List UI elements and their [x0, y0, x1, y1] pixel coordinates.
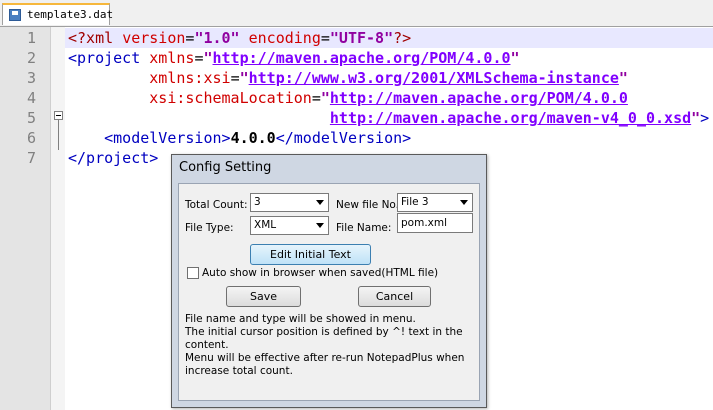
code-token: "	[203, 49, 213, 67]
code-line[interactable]: http://maven.apache.org/maven-v4_0_0.xsd…	[68, 108, 709, 128]
code-token: http://maven.apache.org/maven-v4_0_0.xsd	[329, 109, 692, 127]
chevron-down-icon	[460, 200, 468, 205]
chevron-down-icon	[316, 223, 324, 228]
dialog-title: Config Setting	[179, 160, 272, 175]
tab-template3[interactable]: template3.dat	[2, 3, 114, 25]
file-type-value: XML	[254, 219, 277, 231]
file-name-input[interactable]: pom.xml	[397, 213, 473, 233]
info-line: Menu will be effective after re-run Note…	[185, 352, 465, 364]
line-number: 7	[26, 149, 36, 167]
config-setting-dialog: Config Setting Total Count: 3 New file N…	[171, 154, 487, 408]
new-file-no-label: New file No.	[336, 199, 399, 211]
edit-initial-text-button[interactable]: Edit Initial Text	[250, 244, 371, 265]
dialog-body: Total Count: 3 New file No. File 3 File …	[178, 183, 480, 401]
code-token: </modelVersion>	[275, 129, 412, 147]
file-type-select[interactable]: XML	[250, 216, 329, 235]
line-number: 6	[26, 129, 36, 147]
code-token: http://maven.apache.org/POM/4.0.0	[212, 49, 511, 67]
save-button[interactable]: Save	[226, 286, 301, 307]
fold-collapse-icon[interactable]	[54, 111, 63, 120]
line-number: 5	[26, 109, 36, 127]
code-token: </project>	[68, 149, 159, 167]
total-count-value: 3	[254, 196, 261, 208]
chevron-down-icon	[316, 200, 324, 205]
code-token: >	[700, 109, 710, 127]
tab-bar: template3.dat	[0, 0, 713, 27]
code-token: "	[320, 89, 330, 107]
new-file-no-select[interactable]: File 3	[397, 193, 473, 212]
code-token: =	[230, 69, 240, 87]
file-name-label: File Name:	[336, 222, 392, 234]
code-token: "	[691, 109, 701, 127]
line-number: 2	[26, 49, 36, 67]
code-token: xsi:schemaLocation	[149, 89, 312, 107]
info-line: increase total count.	[185, 365, 293, 377]
code-token: =	[311, 89, 321, 107]
code-token: "	[618, 69, 628, 87]
code-line[interactable]: xsi:schemaLocation="http://maven.apache.…	[68, 88, 628, 108]
code-token: xmlns:xsi	[149, 69, 231, 87]
code-token: http://maven.apache.org/POM/4.0.0	[329, 89, 628, 107]
code-line[interactable]: xmlns:xsi="http://www.w3.org/2001/XMLSch…	[68, 68, 628, 88]
code-token: <modelVersion>	[104, 129, 231, 147]
tab-label: template3.dat	[27, 8, 114, 21]
code-line[interactable]: <project xmlns="http://maven.apache.org/…	[68, 48, 520, 68]
code-token: "UTF-8"	[329, 29, 394, 47]
line-number: 1	[26, 29, 36, 47]
auto-show-checkbox[interactable]	[187, 267, 199, 279]
info-line: content.	[185, 339, 229, 351]
info-line: The initial cursor position is defined b…	[185, 326, 463, 338]
code-token: xmlns	[149, 49, 195, 67]
auto-show-label: Auto show in browser when saved(HTML fil…	[202, 267, 439, 279]
fold-line	[58, 120, 59, 150]
code-token: "	[239, 69, 249, 87]
save-disk-icon	[9, 9, 21, 21]
code-token: 4.0.0	[230, 129, 276, 147]
total-count-label: Total Count:	[185, 199, 248, 211]
cancel-button[interactable]: Cancel	[358, 286, 431, 307]
code-token: encoding	[239, 29, 321, 47]
new-file-no-value: File 3	[401, 196, 429, 208]
code-token: http://www.w3.org/2001/XMLSchema-instanc…	[248, 69, 619, 87]
info-text: File name and type will be showed in men…	[185, 313, 464, 378]
line-number: 4	[26, 89, 36, 107]
code-line[interactable]: </project>	[68, 148, 158, 168]
code-token: <?xml	[68, 29, 123, 47]
code-token: <project	[68, 49, 150, 67]
line-number: 3	[26, 69, 36, 87]
code-token: =	[320, 29, 330, 47]
code-token: "1.0"	[194, 29, 240, 47]
fold-margin	[51, 27, 65, 410]
file-type-label: File Type:	[185, 222, 234, 234]
total-count-select[interactable]: 3	[250, 193, 329, 212]
code-line[interactable]: <?xml version="1.0" encoding="UTF-8"?>	[68, 28, 411, 48]
code-token: version	[122, 29, 186, 47]
info-line: File name and type will be showed in men…	[185, 313, 416, 325]
code-token: ?>	[393, 29, 412, 47]
code-line[interactable]: <modelVersion>4.0.0</modelVersion>	[68, 128, 411, 148]
code-token: "	[510, 49, 520, 67]
